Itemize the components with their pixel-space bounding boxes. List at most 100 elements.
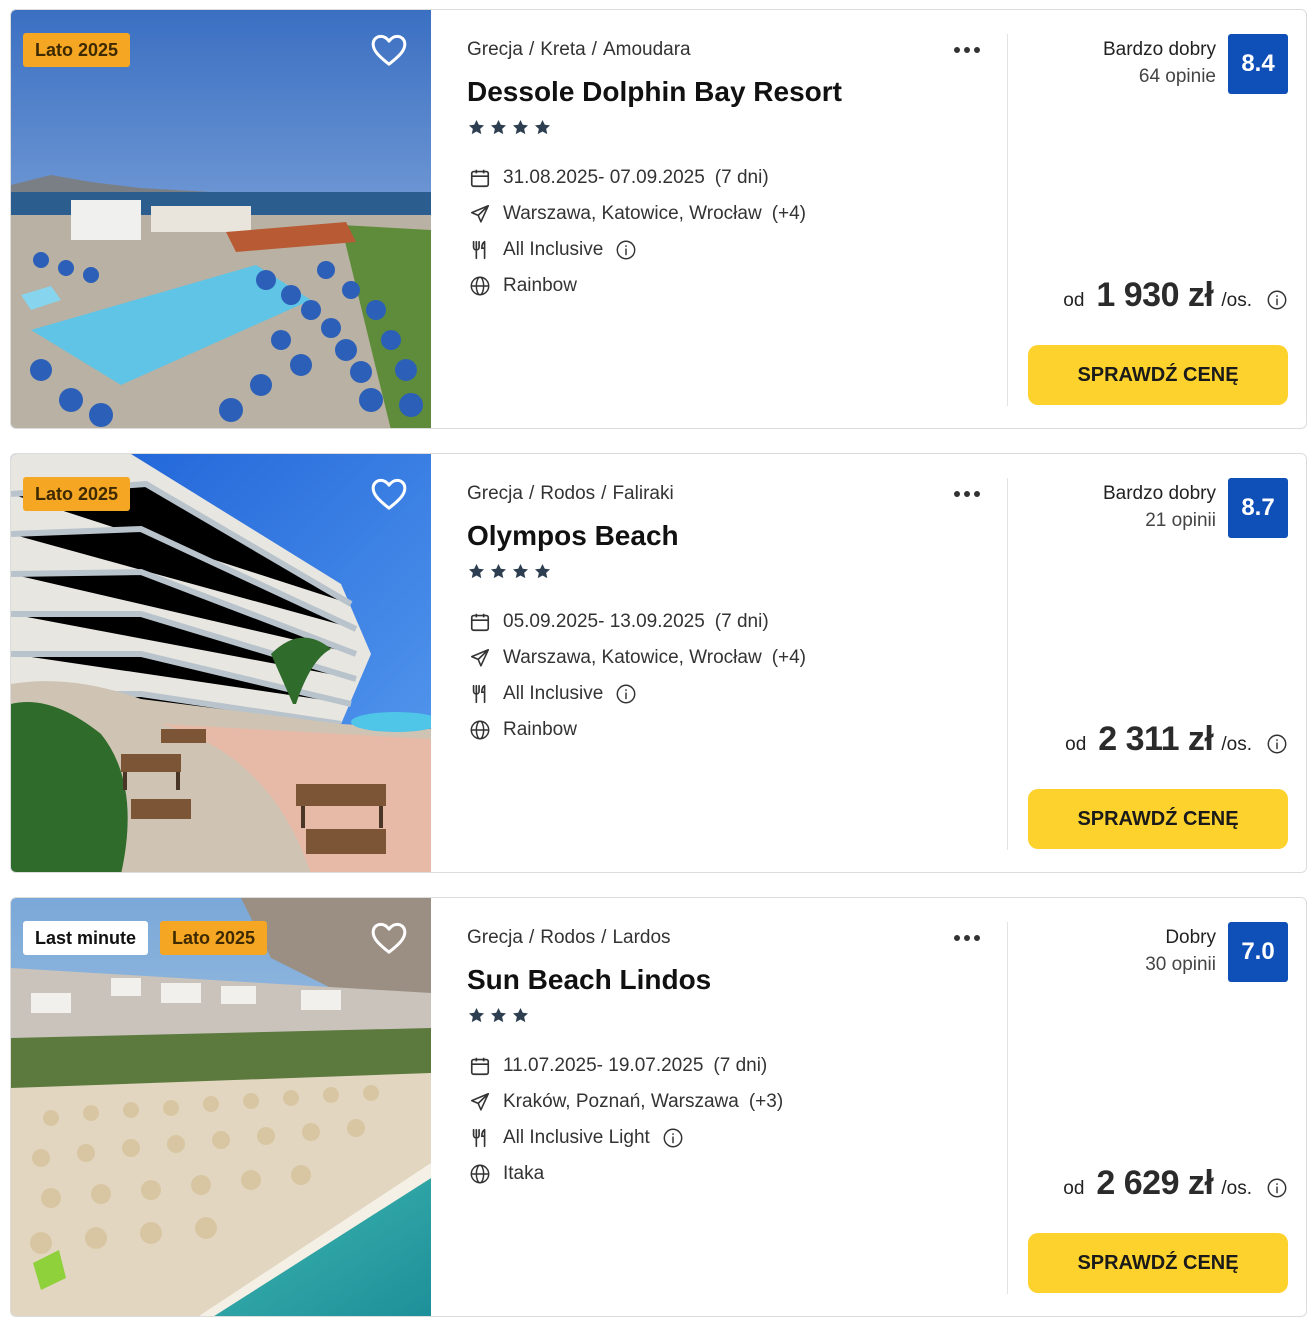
breadcrumb-city[interactable]: Faliraki — [612, 483, 673, 504]
cutlery-icon — [467, 237, 493, 263]
breadcrumb-country[interactable]: Grecja — [467, 39, 523, 60]
season-badge: Lato 2025 — [23, 33, 131, 67]
info-icon[interactable] — [1266, 1177, 1288, 1199]
badge-list: Lato 2025 — [23, 33, 131, 67]
divider — [1007, 34, 1008, 406]
hotel-photo[interactable]: Lato 2025 — [11, 454, 431, 872]
hotel-photo[interactable]: Last minute Lato 2025 — [11, 898, 431, 1316]
info-icon[interactable] — [662, 1127, 684, 1149]
check-price-button[interactable]: SPRAWDŹ CENĘ — [1028, 789, 1288, 849]
calendar-icon — [467, 609, 493, 635]
dates-row: 05.09.2025- 13.09.2025 (7 dni) — [467, 604, 806, 640]
heart-outline-icon[interactable] — [369, 474, 409, 514]
price-prefix: od — [1063, 1178, 1085, 1199]
tour-operator: Rainbow — [503, 719, 577, 740]
departure-more[interactable]: (+3) — [749, 1091, 783, 1113]
offer-card[interactable]: Last minute Lato 2025 Grecja / Rodos / Lardo… — [10, 897, 1307, 1317]
rating[interactable]: Dobry 30 opinii 7.0 — [1145, 922, 1288, 982]
hotel-photo-image — [11, 454, 431, 872]
score-badge: 8.7 — [1228, 478, 1288, 538]
hotel-name[interactable]: Dessole Dolphin Bay Resort — [467, 76, 842, 108]
hotel-photo-image — [11, 10, 431, 428]
star-icon — [534, 563, 551, 579]
cutlery-icon — [467, 681, 493, 707]
plane-icon — [467, 1089, 493, 1115]
hotel-photo[interactable]: Lato 2025 — [11, 10, 431, 428]
departure-airports: Warszawa, Katowice, Wrocław — [503, 203, 762, 224]
breadcrumb-country[interactable]: Grecja — [467, 927, 523, 948]
info-icon[interactable] — [615, 683, 637, 705]
breadcrumb-city[interactable]: Lardos — [612, 927, 670, 948]
badge-list: Lato 2025 — [23, 477, 131, 511]
departures-row: Kraków, Poznań, Warszawa (+3) — [467, 1084, 783, 1120]
hotel-stars — [467, 118, 552, 137]
departures-row: Warszawa, Katowice, Wrocław (+4) — [467, 640, 806, 676]
hotel-name[interactable]: Sun Beach Lindos — [467, 964, 711, 996]
offer-card[interactable]: Lato 2025 Grecja / Rodos / Faliraki Olympos … — [10, 453, 1307, 873]
heart-outline-icon[interactable] — [369, 918, 409, 958]
offer-info: Grecja / Kreta / Amoudara Dessole Dolphin Ba… — [467, 10, 1007, 428]
hotel-stars — [467, 562, 552, 581]
departure-more[interactable]: (+4) — [772, 647, 806, 669]
review-count: 64 opinie — [1138, 66, 1216, 87]
last-minute-badge: Last minute — [23, 921, 149, 955]
travel-dates: 05.09.2025- 13.09.2025 — [503, 611, 705, 632]
star-icon — [490, 119, 507, 135]
star-icon — [468, 119, 485, 135]
heart-outline-icon[interactable] — [369, 30, 409, 70]
star-icon — [512, 563, 529, 579]
more-dots-icon[interactable] — [949, 926, 985, 950]
departure-more[interactable]: (+4) — [772, 203, 806, 225]
price-prefix: od — [1063, 290, 1085, 311]
rating[interactable]: Bardzo dobry 64 opinie 8.4 — [1103, 34, 1288, 94]
rating[interactable]: Bardzo dobry 21 opinii 8.7 — [1103, 478, 1288, 538]
price: od 1 930 zł /os. — [1063, 276, 1288, 315]
offer-details: 11.07.2025- 19.07.2025 (7 dni) Kraków, P… — [467, 1048, 783, 1192]
tour-operator: Itaka — [503, 1163, 545, 1184]
globe-icon — [467, 717, 493, 743]
travel-dates: 11.07.2025- 19.07.2025 — [503, 1055, 704, 1076]
score-badge: 8.4 — [1228, 34, 1288, 94]
travel-dates: 31.08.2025- 07.09.2025 — [503, 167, 705, 188]
price-prefix: od — [1065, 734, 1087, 755]
board-type: All Inclusive — [503, 683, 604, 704]
more-dots-icon[interactable] — [949, 482, 985, 506]
breadcrumb-city[interactable]: Amoudara — [603, 39, 691, 60]
calendar-icon — [467, 165, 493, 191]
operator-row: Rainbow — [467, 712, 806, 748]
info-icon[interactable] — [1266, 733, 1288, 755]
rating-label: Bardzo dobry — [1102, 39, 1216, 60]
trip-duration: (7 dni) — [714, 167, 769, 188]
hotel-stars — [467, 1006, 530, 1025]
hotel-name[interactable]: Olympos Beach — [467, 520, 679, 552]
more-dots-icon[interactable] — [949, 38, 985, 62]
breadcrumb-region[interactable]: Rodos — [540, 483, 595, 504]
price: od 2 311 zł /os. — [1065, 720, 1288, 759]
check-price-button[interactable]: SPRAWDŹ CENĘ — [1028, 345, 1288, 405]
price-unit: /os. — [1221, 1178, 1252, 1199]
offer-card[interactable]: Lato 2025 Grecja / Kreta / Amoudara Dessole … — [10, 9, 1307, 429]
info-icon[interactable] — [1266, 289, 1288, 311]
globe-icon — [467, 273, 493, 299]
dates-row: 31.08.2025- 07.09.2025 (7 dni) — [467, 160, 806, 196]
board-row: All Inclusive — [467, 676, 806, 712]
breadcrumb-region[interactable]: Kreta — [540, 39, 585, 60]
hotel-photo-image — [11, 898, 431, 1316]
info-icon[interactable] — [615, 239, 637, 261]
board-row: All Inclusive — [467, 232, 806, 268]
divider — [1007, 478, 1008, 850]
price-amount: 2 311 zł — [1098, 720, 1214, 758]
check-price-button[interactable]: SPRAWDŹ CENĘ — [1028, 1233, 1288, 1293]
departure-airports: Warszawa, Katowice, Wrocław — [503, 647, 762, 668]
star-icon — [468, 1007, 485, 1023]
star-icon — [512, 1007, 529, 1023]
divider — [1007, 922, 1008, 1294]
score-badge: 7.0 — [1228, 922, 1288, 982]
breadcrumb: Grecja / Rodos / Lardos — [467, 927, 671, 948]
breadcrumb-region[interactable]: Rodos — [540, 927, 595, 948]
breadcrumb-country[interactable]: Grecja — [467, 483, 523, 504]
plane-icon — [467, 645, 493, 671]
board-type: All Inclusive Light — [503, 1127, 650, 1148]
star-icon — [512, 119, 529, 135]
breadcrumb: Grecja / Kreta / Amoudara — [467, 39, 691, 60]
